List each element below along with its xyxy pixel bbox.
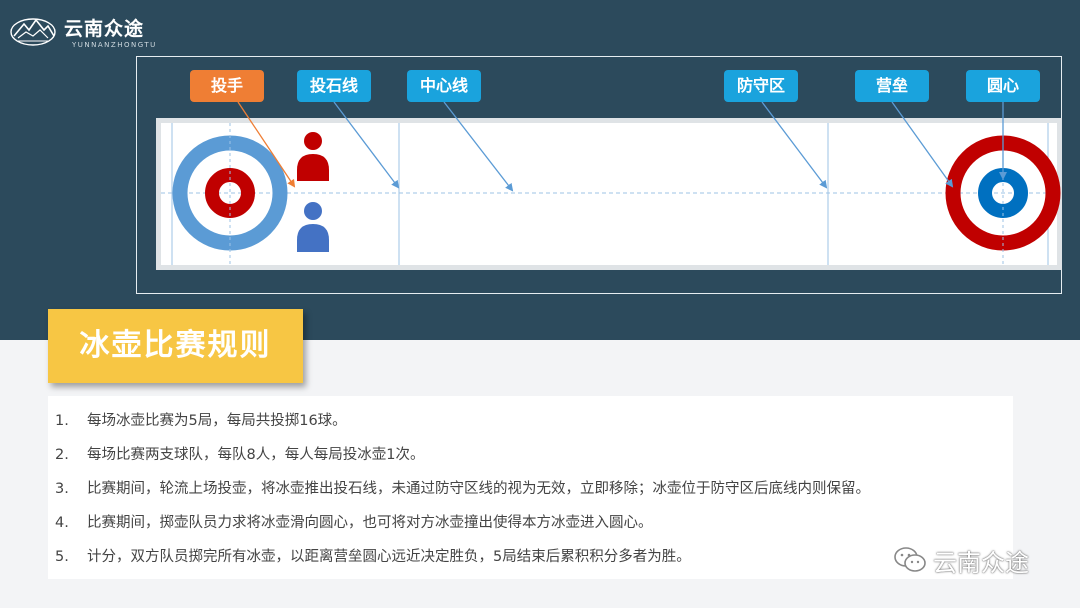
label-thrower: 投手 [190, 70, 264, 102]
curling-diagram [161, 101, 1061, 265]
rule-number: 5. [55, 549, 69, 565]
rule-number: 3. [55, 481, 69, 497]
wechat-icon [894, 547, 926, 572]
rule-text: 比赛期间，掷壶队员力求将冰壶滑向圆心，也可将对方冰壶撞出使得本方冰壶进入圆心。 [87, 515, 653, 531]
rule-item: 1. 每场冰壶比赛为5局，每局共投掷16球。 [55, 408, 870, 442]
rule-text: 比赛期间，轮流上场投壶，将冰壶推出投石线，未通过防守区线的视为无效，立即移除；冰… [87, 481, 870, 497]
rule-number: 1. [55, 413, 69, 429]
section-title: 冰壶比赛规则 [79, 328, 272, 363]
rule-item: 2. 每场比赛两支球队，每队8人，每人每局投冰壶1次。 [55, 442, 870, 476]
arrow-house [891, 101, 954, 188]
watermark-text: 云南众途 [933, 549, 1029, 577]
label-guard-zone: 防守区 [724, 70, 798, 102]
label-center-line: 中心线 [407, 70, 481, 102]
arrow-center-line [443, 101, 514, 192]
rule-number: 2. [55, 447, 69, 463]
rules-list: 1. 每场冰壶比赛为5局，每局共投掷16球。 2. 每场比赛两支球队，每队8人，每人… [55, 408, 870, 578]
label-hog-line: 投石线 [297, 70, 371, 102]
label-button: 圆心 [966, 70, 1040, 102]
rule-text: 计分，双方队员掷完所有冰壶，以距离营垒圆心远近决定胜负，5局结束后累积积分多者为… [87, 549, 691, 565]
rule-number: 4. [55, 515, 69, 531]
rule-item: 5. 计分，双方队员掷完所有冰壶，以距离营垒圆心远近决定胜负，5局结束后累积积分多… [55, 544, 870, 578]
rule-item: 4. 比赛期间，掷壶队员力求将冰壶滑向圆心，也可将对方冰壶撞出使得本方冰壶进入圆心… [55, 510, 870, 544]
arrow-guard-zone [761, 101, 828, 189]
player-red-icon [297, 132, 329, 181]
house-left-inner-ring [205, 168, 255, 218]
rule-text: 每场比赛两支球队，每队8人，每人每局投冰壶1次。 [87, 447, 425, 463]
label-house: 营垒 [855, 70, 929, 102]
rule-item: 3. 比赛期间，轮流上场投壶，将冰壶推出投石线，未通过防守区线的视为无效，立即移除… [55, 476, 870, 510]
rule-text: 每场冰壶比赛为5局，每局共投掷16球。 [87, 413, 347, 429]
arrow-hog-line [333, 101, 400, 189]
section-title-box: 冰壶比赛规则 [48, 309, 303, 383]
player-blue-icon [297, 202, 329, 252]
